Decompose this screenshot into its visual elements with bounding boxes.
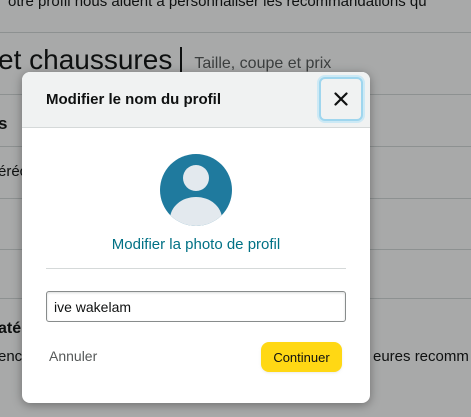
close-button[interactable] [319, 77, 363, 121]
profile-avatar [160, 154, 232, 226]
user-avatar-icon [170, 165, 222, 226]
continue-button[interactable]: Continuer [261, 342, 342, 372]
cancel-button[interactable]: Annuler [49, 348, 97, 364]
close-icon [334, 92, 348, 106]
profile-name-input[interactable] [46, 291, 346, 322]
dialog-divider [46, 268, 346, 269]
change-photo-link[interactable]: Modifier la photo de profil [22, 236, 370, 253]
edit-profile-name-dialog: Modifier le nom du profil Modifier la ph… [22, 72, 370, 403]
dialog-title: Modifier le nom du profil [46, 91, 221, 108]
dialog-header: Modifier le nom du profil [22, 72, 370, 128]
